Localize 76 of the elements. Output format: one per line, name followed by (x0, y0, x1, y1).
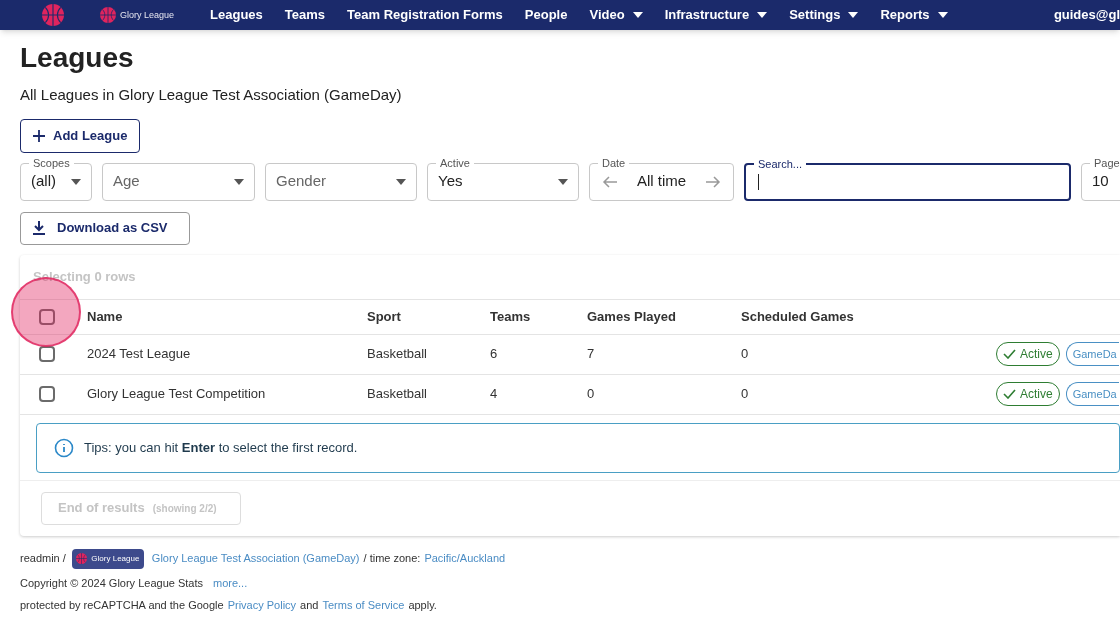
check-icon (1003, 349, 1016, 359)
select-value: (all) (31, 171, 57, 192)
info-icon (54, 437, 74, 458)
user-email[interactable]: guides@gl (1053, 7, 1120, 23)
recaptcha-text: apply. (408, 598, 437, 613)
select-field[interactable]: Age (102, 162, 255, 201)
caret-icon (71, 178, 81, 185)
page-title: Leagues (20, 41, 135, 75)
nav-link[interactable]: Leagues (210, 7, 263, 23)
select-value: Gender (276, 171, 328, 192)
table-cell-text: Basketball (367, 345, 428, 364)
select-value: Yes (438, 171, 464, 192)
column-header: Scheduled Games (741, 307, 855, 326)
nav-link[interactable]: Settings (789, 7, 859, 23)
privacy-policy-link[interactable]: Privacy Policy (227, 597, 297, 614)
table-row[interactable]: 2024 Test League Basketball 6 7 0 Active GameDa (20, 334, 1120, 375)
recaptcha-text: and (300, 598, 319, 613)
tip-text: Tips: you can hit Enter to select the first record. (84, 438, 358, 457)
plus-icon (33, 129, 45, 142)
selection-count: Selecting 0 rows (32, 267, 137, 286)
results-count: (showing 2/2) (152, 501, 217, 516)
caret-icon (848, 12, 859, 18)
caret-icon (558, 178, 568, 185)
username: readmin / (20, 551, 66, 567)
check-icon (1003, 389, 1016, 399)
table-cell-text: Basketball (367, 385, 428, 404)
table-cell-text: 2024 Test League (87, 345, 192, 364)
table-cell-text: 0 (587, 385, 596, 404)
table-cell-text: 7 (587, 345, 596, 364)
column-header: Sport (367, 307, 402, 326)
basketball-icon (76, 553, 88, 564)
date-value: All time (636, 171, 687, 192)
column-header: Name (87, 307, 124, 326)
checkbox[interactable] (39, 386, 55, 402)
left-arrow-icon[interactable] (602, 173, 618, 190)
nav-link[interactable]: Teams (284, 7, 326, 23)
basketball-icon (42, 4, 64, 26)
checkbox[interactable] (39, 346, 55, 362)
table-row[interactable]: Glory League Test Competition Basketball 4 0 0 Active GameDa (20, 374, 1120, 415)
copyright-text: Copyright © 2024 Glory League Stats (20, 575, 203, 591)
caret-icon (937, 12, 948, 18)
nav-link[interactable]: Video (589, 7, 643, 23)
nav-link[interactable]: People (524, 7, 568, 23)
table-cell-text: 6 (490, 345, 499, 364)
terms-link[interactable]: Terms of Service (322, 597, 405, 614)
table-cell-text: 0 (741, 345, 750, 364)
association-link[interactable]: Glory League Test Association (GameDay) (151, 550, 360, 567)
checkbox[interactable] (39, 308, 55, 325)
add-league-button[interactable]: Add League (20, 118, 141, 153)
caret-icon (396, 178, 406, 185)
logo[interactable]: Glory League (100, 7, 175, 23)
select-value: 10 (1092, 171, 1110, 192)
column-header: Games Played (587, 307, 677, 326)
right-arrow-icon[interactable] (705, 173, 721, 190)
table-cell-text: Glory League Test Competition (87, 385, 267, 404)
page-subtitle: All Leagues in Glory League Test Association (GameDay) (20, 85, 403, 105)
table-cell-text: 0 (741, 385, 750, 404)
select-value: Age (113, 171, 141, 192)
basketball-icon (100, 7, 116, 23)
caret-icon (632, 12, 643, 18)
timezone-link[interactable]: Pacific/Auckland (424, 550, 506, 567)
select-field[interactable]: Gender (265, 162, 417, 201)
download-icon (33, 221, 45, 235)
table-cell-text: 4 (490, 385, 499, 404)
recaptcha-text: protected by reCAPTCHA and the Google (20, 598, 224, 613)
timezone-label: / time zone: (363, 551, 421, 567)
caret-icon (757, 12, 768, 18)
column-header: Teams (490, 307, 532, 326)
logo-text: Glory League (91, 552, 140, 565)
nav-link[interactable]: Infrastructure (664, 7, 768, 23)
download-csv-button[interactable]: Download as CSV (20, 211, 190, 245)
more-link[interactable]: more... (213, 574, 248, 591)
logo-text: Glory League (120, 9, 175, 21)
nav-link[interactable]: Team Registration Forms (347, 7, 503, 23)
nav-link[interactable]: Reports (880, 7, 948, 23)
caret-icon (234, 178, 244, 185)
